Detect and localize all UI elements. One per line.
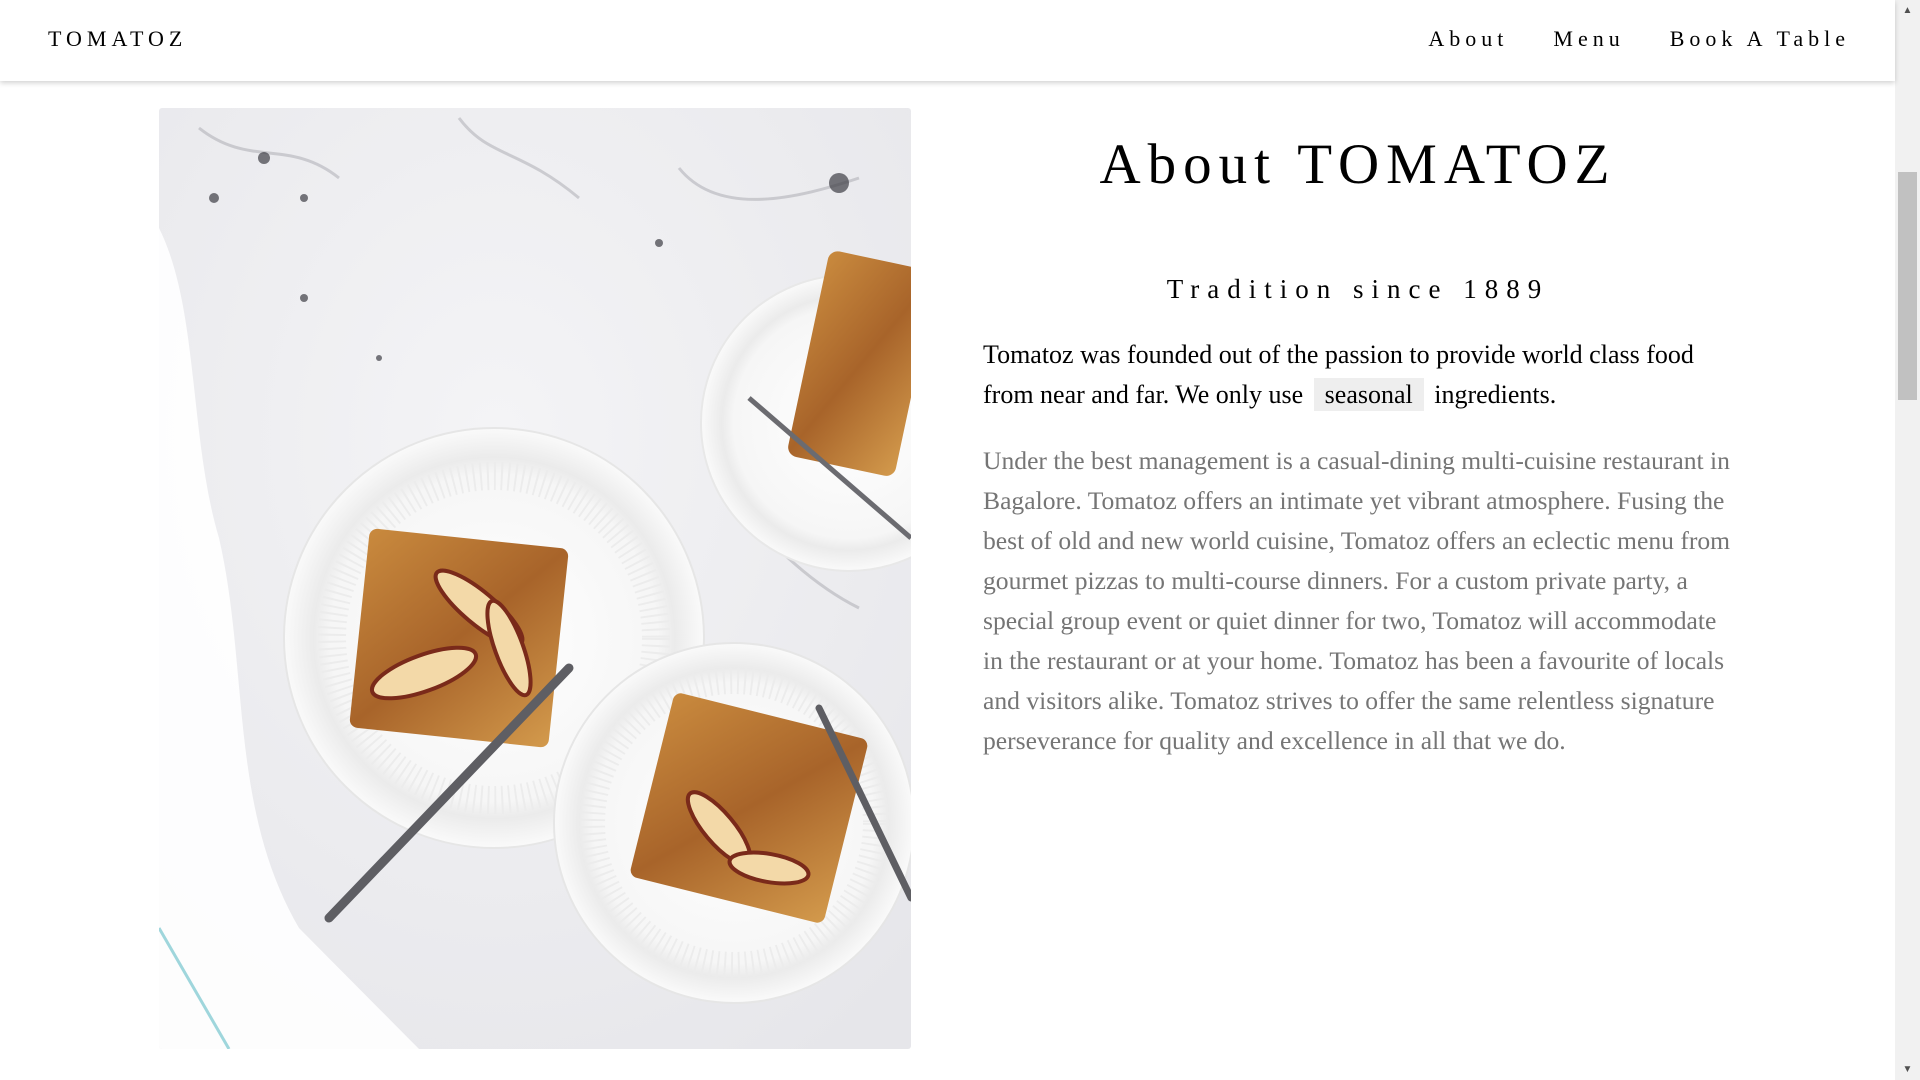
about-section: About TOMATOZ Tradition since 1889 Tomat…: [983, 108, 1733, 761]
nav-menu: About Menu Book A Table: [1383, 26, 1895, 52]
nav-link-menu[interactable]: Menu: [1553, 26, 1624, 52]
lead-text-after: ingredients.: [1434, 380, 1557, 409]
nav-link-book-a-table[interactable]: Book A Table: [1670, 26, 1850, 52]
scroll-up-arrow-icon[interactable]: ▲: [1895, 2, 1920, 19]
about-lead: Tomatoz was founded out of the passion t…: [983, 335, 1733, 415]
brand-logo[interactable]: TOMATOZ: [48, 26, 187, 52]
about-heading: About TOMATOZ: [1099, 133, 1617, 196]
about-description: Under the best management is a casual-di…: [983, 446, 1731, 755]
seasonal-tag: seasonal: [1313, 378, 1424, 411]
about-subheading: Tradition since 1889: [1166, 274, 1550, 304]
scroll-down-arrow-icon[interactable]: ▼: [1895, 1061, 1920, 1078]
scrollbar-thumb[interactable]: [1898, 172, 1917, 400]
food-photo: [159, 108, 911, 1049]
page-scrollbar[interactable]: ▲ ▼: [1895, 0, 1920, 1080]
nav-link-about[interactable]: About: [1428, 26, 1508, 52]
top-navbar: TOMATOZ About Menu Book A Table: [0, 0, 1895, 81]
